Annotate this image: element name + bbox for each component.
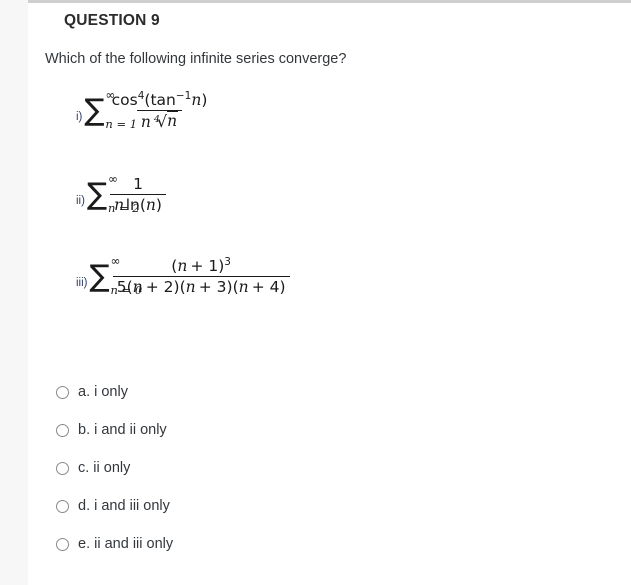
denominator-factor-1: + 2 — [145, 278, 174, 296]
summation-symbol-iii: ∑ ∞ n = 0 — [89, 255, 143, 296]
tan-function: tan — [150, 91, 176, 109]
radicand: n — [167, 111, 179, 130]
radio-button-c[interactable] — [56, 461, 69, 475]
radio-button-e[interactable] — [56, 537, 69, 551]
close-paren: )( — [226, 278, 239, 296]
option-label-e: e. ii and iii only — [78, 536, 174, 552]
left-gutter — [0, 0, 28, 585]
summation-lower-limit: n = 2 — [107, 200, 140, 215]
summation-symbol-ii: ∑ ∞ n = 2 — [86, 173, 140, 214]
close-paren: ) — [155, 196, 162, 214]
sigma-glyph: ∑ — [86, 176, 108, 212]
series-expression-iii: iii) ∑ ∞ n = 0 (n + 1)3 5(n + 2)(n + 3)(… — [76, 255, 290, 296]
close-paren: )( — [173, 278, 186, 296]
series-label-i: i) — [76, 111, 83, 123]
option-e[interactable]: e. ii and iii only — [56, 525, 456, 563]
tan-exponent: −1 — [175, 89, 192, 102]
summation-upper-limit: ∞ — [110, 253, 121, 268]
variable-n: n — [238, 278, 249, 296]
variable-n: n — [140, 113, 151, 131]
fraction-numerator-iii: (n + 1)3 — [167, 257, 235, 276]
numerator-constant: 1 — [133, 175, 143, 193]
quiz-page: QUESTION 9 Which of the following infini… — [0, 0, 631, 585]
fraction-numerator-ii: 1 — [129, 175, 147, 194]
variable-n: n — [191, 91, 202, 109]
close-paren: ) — [279, 278, 286, 296]
series-expression-ii: ii) ∑ ∞ n = 2 1 n ln(n) — [76, 173, 166, 214]
fraction-numerator-i: cos4(tan−1n) — [108, 91, 212, 110]
summation-symbol-i: ∑ ∞ n = 1 — [84, 89, 137, 130]
root-index: 4 — [153, 114, 160, 125]
option-a[interactable]: a. i only — [56, 373, 456, 411]
summation-upper-limit: ∞ — [107, 171, 118, 186]
cos-function: cos — [111, 91, 138, 109]
option-c[interactable]: c. ii only — [56, 449, 456, 487]
fourth-root: 4√n — [151, 111, 179, 131]
option-b[interactable]: b. i and ii only — [56, 411, 456, 449]
variable-n: n — [177, 257, 188, 275]
answer-options: a. i only b. i and ii only c. ii only d.… — [56, 373, 456, 563]
ln-argument: n — [145, 196, 156, 214]
option-label-b: b. i and ii only — [78, 422, 167, 438]
series-label-iii: iii) — [76, 276, 88, 289]
denominator-factor-2: + 3 — [198, 278, 227, 296]
fraction-denominator-i: n 4√n — [136, 110, 183, 131]
question-prompt: Which of the following infinite series c… — [45, 51, 347, 67]
series-expression-i: i) ∑ ∞ n = 1 cos4(tan−1n) n 4√n — [76, 89, 212, 131]
denominator-factor-3: + 4 — [251, 278, 280, 296]
option-label-d: d. i and iii only — [78, 498, 170, 514]
option-d[interactable]: d. i and iii only — [56, 487, 456, 525]
series-label-ii: ii) — [76, 194, 85, 207]
radicand-variable: n — [167, 112, 178, 130]
summation-lower-limit: n = 0 — [110, 282, 143, 297]
sigma-glyph: ∑ — [84, 93, 105, 128]
numerator-exponent: 3 — [224, 255, 231, 268]
option-label-a: a. i only — [78, 384, 128, 400]
option-label-c: c. ii only — [78, 460, 131, 476]
variable-n: n — [185, 278, 196, 296]
numerator-addend: + 1 — [190, 257, 219, 275]
summation-upper-limit: ∞ — [105, 88, 116, 102]
page-title: QUESTION 9 — [64, 12, 160, 29]
question-panel: QUESTION 9 Which of the following infini… — [28, 0, 631, 585]
close-paren: ) — [201, 91, 208, 109]
sigma-glyph: ∑ — [89, 258, 110, 294]
radio-button-a[interactable] — [56, 385, 69, 399]
summation-lower-limit: n = 1 — [105, 117, 138, 131]
radio-button-d[interactable] — [56, 499, 69, 513]
radio-button-b[interactable] — [56, 423, 69, 437]
